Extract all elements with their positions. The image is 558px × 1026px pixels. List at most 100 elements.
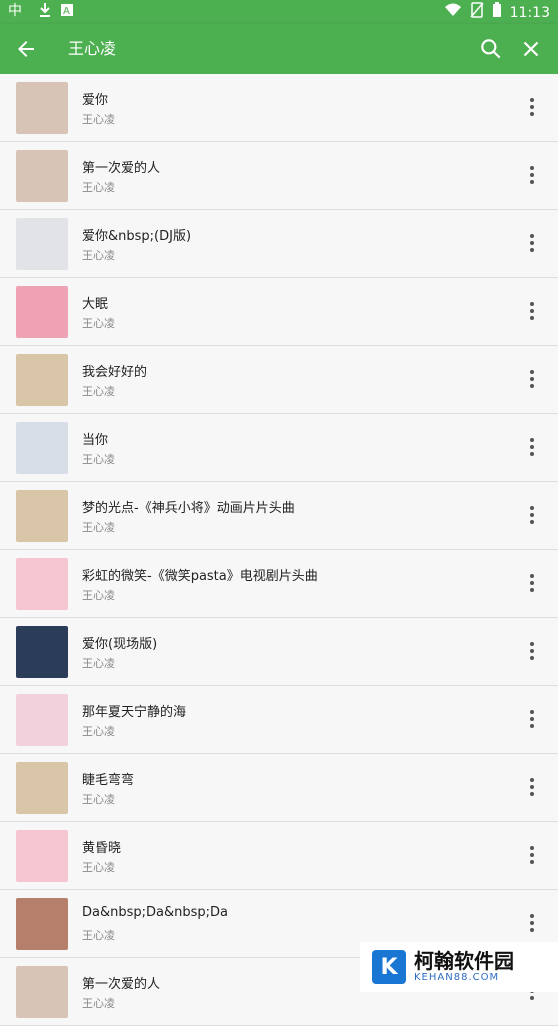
song-title: 彩虹的微笑-《微笑pasta》电视剧片头曲 (82, 569, 318, 584)
song-title: 黄昏晓 (82, 841, 122, 856)
song-title: 第一次爱的人 (82, 161, 161, 176)
app-icon: 中 (8, 2, 30, 24)
more-vert-icon-dot (530, 316, 534, 320)
song-row[interactable]: 黄昏晓 王心凌 (0, 822, 558, 890)
more-vert-icon (530, 914, 534, 918)
song-row[interactable]: 睫毛弯弯 王心凌 (0, 754, 558, 822)
song-row[interactable]: 第一次爱的人 王心凌 (0, 142, 558, 210)
more-vert-icon (530, 438, 534, 442)
more-vert-icon-dot (530, 649, 534, 653)
song-list: 爱你 王心凌 第一次爱的人 王心凌 爱你&nbsp;(DJ版) 王心凌 大眠 王心凌 我会好好的… (0, 74, 558, 1026)
song-artist: 王心凌 (82, 997, 115, 1010)
watermark-title: 柯翰软件园 (414, 949, 514, 973)
more-vert-icon (530, 710, 534, 714)
album-cover (16, 762, 68, 814)
wifi-icon (444, 3, 462, 23)
more-vert-icon-dot (530, 445, 534, 449)
more-options-button[interactable] (522, 502, 542, 528)
song-artist: 王心凌 (82, 113, 115, 126)
more-vert-icon-dot (530, 180, 534, 184)
more-options-button[interactable] (522, 298, 542, 324)
more-vert-icon (530, 234, 534, 238)
more-options-button[interactable] (522, 434, 542, 460)
song-artist: 王心凌 (82, 521, 115, 534)
more-vert-icon-dot (530, 996, 534, 1000)
song-artist: 王心凌 (82, 385, 115, 398)
song-row[interactable]: 彩虹的微笑-《微笑pasta》电视剧片头曲 王心凌 (0, 550, 558, 618)
close-icon (523, 41, 539, 57)
album-cover (16, 898, 68, 950)
more-vert-icon-dot (530, 248, 534, 252)
song-artist: 王心凌 (82, 793, 115, 806)
status-right-icons: 11:13 (444, 2, 550, 24)
song-row[interactable]: 爱你&nbsp;(DJ版) 王心凌 (0, 210, 558, 278)
more-options-button[interactable] (522, 94, 542, 120)
song-artist: 王心凌 (82, 249, 115, 262)
song-artist: 王心凌 (82, 317, 115, 330)
more-options-button[interactable] (522, 570, 542, 596)
more-options-button[interactable] (522, 774, 542, 800)
svg-text:A: A (63, 6, 70, 17)
song-row[interactable]: 大眠 王心凌 (0, 278, 558, 346)
song-row[interactable]: 我会好好的 王心凌 (0, 346, 558, 414)
more-options-button[interactable] (522, 366, 542, 392)
arrow-back-icon (18, 41, 34, 57)
album-cover (16, 830, 68, 882)
more-vert-icon-dot (530, 656, 534, 660)
toolbar: 王心凌 (0, 24, 558, 74)
more-options-button[interactable] (522, 162, 542, 188)
more-vert-icon (530, 642, 534, 646)
more-vert-icon-dot (530, 241, 534, 245)
more-vert-icon-dot (530, 921, 534, 925)
watermark-text: 柯翰软件园 KEHAN88.COM (414, 950, 514, 984)
more-options-button[interactable] (522, 230, 542, 256)
more-vert-icon (530, 846, 534, 850)
close-button[interactable] (518, 36, 544, 62)
more-options-button[interactable] (522, 706, 542, 732)
more-vert-icon-dot (530, 581, 534, 585)
more-vert-icon-dot (530, 112, 534, 116)
notification-icon: A (60, 2, 74, 24)
no-sim-icon (470, 2, 484, 24)
song-row[interactable]: 爱你(现场版) 王心凌 (0, 618, 558, 686)
song-artist: 王心凌 (82, 181, 115, 194)
page-title: 王心凌 (68, 39, 117, 58)
more-vert-icon-dot (530, 520, 534, 524)
album-cover (16, 490, 68, 542)
song-row[interactable]: 爱你 王心凌 (0, 74, 558, 142)
more-vert-icon (530, 506, 534, 510)
watermark-badge: K 柯翰软件园 KEHAN88.COM (360, 942, 558, 992)
more-options-button[interactable] (522, 638, 542, 664)
album-cover (16, 286, 68, 338)
song-title: 我会好好的 (82, 365, 148, 380)
song-title: 当你 (82, 433, 109, 448)
album-cover (16, 218, 68, 270)
song-row[interactable]: 梦的光点-《神兵小将》动画片片头曲 王心凌 (0, 482, 558, 550)
song-artist: 王心凌 (82, 929, 115, 942)
more-options-button[interactable] (522, 842, 542, 868)
more-vert-icon-dot (530, 173, 534, 177)
back-button[interactable] (14, 37, 38, 61)
more-vert-icon-dot (530, 377, 534, 381)
album-cover (16, 150, 68, 202)
status-left-icons: 中 A (8, 2, 74, 24)
song-row[interactable]: 那年夏天宁静的海 王心凌 (0, 686, 558, 754)
more-vert-icon-dot (530, 853, 534, 857)
album-cover (16, 558, 68, 610)
song-artist: 王心凌 (82, 657, 115, 670)
song-title: 大眠 (82, 297, 109, 312)
song-artist: 王心凌 (82, 453, 115, 466)
more-vert-icon-dot (530, 860, 534, 864)
album-cover (16, 966, 68, 1018)
song-title: 睫毛弯弯 (82, 773, 135, 788)
album-cover (16, 82, 68, 134)
more-options-button[interactable] (522, 910, 542, 936)
song-artist: 王心凌 (82, 861, 115, 874)
battery-icon (492, 2, 502, 24)
song-title: 第一次爱的人 (82, 977, 161, 992)
song-row[interactable]: 当你 王心凌 (0, 414, 558, 482)
search-button[interactable] (478, 36, 504, 62)
album-cover (16, 422, 68, 474)
more-vert-icon-dot (530, 384, 534, 388)
status-time: 11:13 (509, 5, 550, 21)
